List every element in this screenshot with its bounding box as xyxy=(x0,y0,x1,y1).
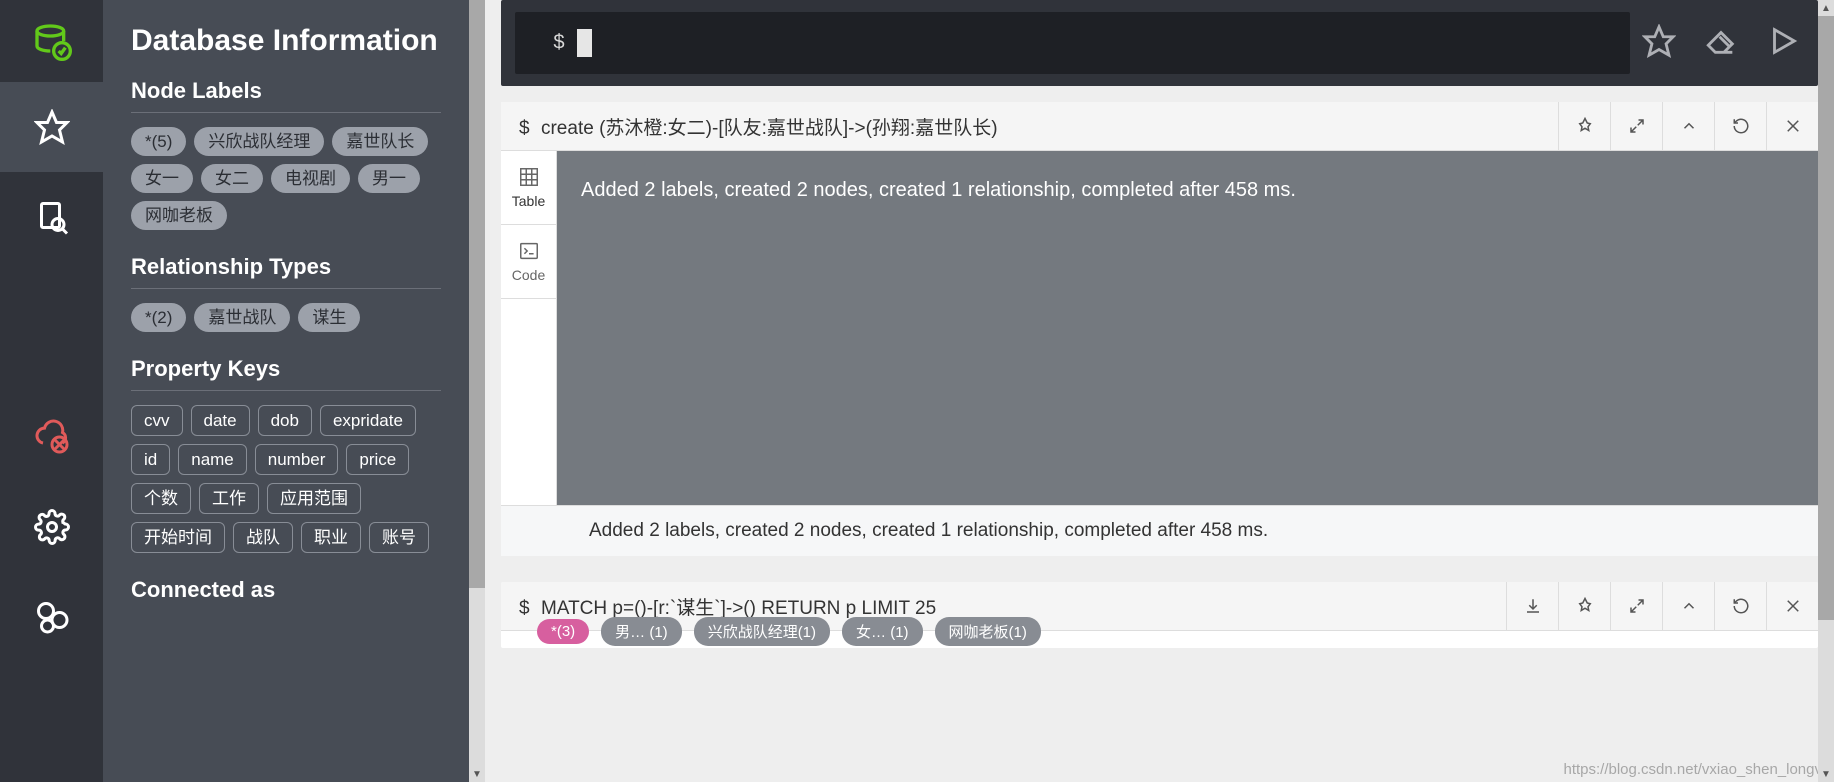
view-tab-table[interactable]: Table xyxy=(501,151,556,225)
divider xyxy=(131,390,441,391)
node-label-pill[interactable]: 男一 xyxy=(358,164,420,193)
main-scrollbar[interactable]: ▲ ▼ xyxy=(1818,0,1834,782)
property-key-chip[interactable]: 开始时间 xyxy=(131,522,225,553)
property-key-chip[interactable]: name xyxy=(178,444,247,475)
node-label-pill[interactable]: 电视剧 xyxy=(271,164,350,193)
scroll-up-icon[interactable]: ▲ xyxy=(1818,0,1834,16)
property-key-chip[interactable]: 工作 xyxy=(199,483,259,514)
node-labels-group: *(5) 兴欣战队经理嘉世队长女一女二电视剧男一网咖老板 xyxy=(131,127,441,230)
frame-command: $ MATCH p=()-[r:`谋生`]->() RETURN p LIMIT… xyxy=(501,593,1506,620)
close-button[interactable] xyxy=(1766,102,1818,150)
property-key-chip[interactable]: date xyxy=(191,405,250,436)
property-key-chip[interactable]: dob xyxy=(258,405,312,436)
graph-label-pill[interactable]: 兴欣战队经理(1) xyxy=(694,617,830,646)
download-button[interactable] xyxy=(1506,582,1558,630)
graph-label-pill[interactable]: 网咖老板(1) xyxy=(935,617,1041,646)
result-frame: $ create (苏沐橙:女二)-[队友:嘉世战队]->(孙翔:嘉世队长) T… xyxy=(501,102,1818,556)
view-tab-code[interactable]: Code xyxy=(501,225,556,299)
sidebar-title: Database Information xyxy=(131,24,441,58)
pin-button[interactable] xyxy=(1558,102,1610,150)
watermark: https://blog.csdn.net/vxiao_shen_longv xyxy=(1563,761,1822,778)
property-key-chip[interactable]: cvv xyxy=(131,405,183,436)
section-connected-title: Connected as xyxy=(131,577,441,603)
prop-keys-group: cvvdatedob expridate idname numberprice 个数工作… xyxy=(131,405,441,553)
property-key-chip[interactable]: price xyxy=(346,444,409,475)
scroll-down-icon[interactable]: ▼ xyxy=(1818,766,1834,782)
expand-button[interactable] xyxy=(1610,582,1662,630)
prompt-symbol: $ xyxy=(553,32,565,55)
rel-type-pill[interactable]: 嘉世战队 xyxy=(194,303,290,332)
property-key-chip[interactable]: 战队 xyxy=(233,522,293,553)
result-frame: $ MATCH p=()-[r:`谋生`]->() RETURN p LIMIT… xyxy=(501,582,1818,648)
query-editor: $ xyxy=(501,0,1818,86)
scrollbar-thumb[interactable] xyxy=(469,0,485,588)
query-input[interactable]: $ xyxy=(515,12,1630,74)
node-label-pill[interactable]: 女二 xyxy=(201,164,263,193)
property-key-chip[interactable]: 应用范围 xyxy=(267,483,361,514)
property-key-chip[interactable]: number xyxy=(255,444,339,475)
property-key-chip[interactable]: 职业 xyxy=(301,522,361,553)
frame-status: Added 2 labels, created 2 nodes, created… xyxy=(501,505,1818,556)
section-prop-keys-title: Property Keys xyxy=(131,356,441,382)
play-icon[interactable] xyxy=(1766,24,1800,63)
rel-types-group: *(2) 嘉世战队谋生 xyxy=(131,303,441,332)
divider xyxy=(131,112,441,113)
main-area: $ $ create (苏沐橙:女二)-[队友:嘉世战队]->(孙翔:嘉世队长) xyxy=(485,0,1834,782)
graph-label-pill[interactable]: *(3) xyxy=(537,619,589,644)
property-key-chip[interactable]: expridate xyxy=(320,405,416,436)
nav-settings[interactable] xyxy=(0,482,103,572)
scroll-down-icon[interactable]: ▼ xyxy=(469,766,485,782)
nav-documents[interactable] xyxy=(0,172,103,262)
rerun-button[interactable] xyxy=(1714,582,1766,630)
node-label-pill[interactable]: 嘉世队长 xyxy=(332,127,428,156)
divider xyxy=(131,288,441,289)
sidebar-scrollbar[interactable]: ▲ ▼ xyxy=(469,0,485,782)
nav-rail xyxy=(0,0,103,782)
rel-type-pill[interactable]: *(2) xyxy=(131,303,186,332)
frame-header: $ create (苏沐橙:女二)-[队友:嘉世战队]->(孙翔:嘉世队长) xyxy=(501,102,1818,151)
node-label-pill[interactable]: *(5) xyxy=(131,127,186,156)
property-key-chip[interactable]: 账号 xyxy=(369,522,429,553)
frame2-label-pills: *(3) 男… (1) 兴欣战队经理(1) 女… (1) 网咖老板(1) xyxy=(537,617,1041,646)
nav-cloud-error[interactable] xyxy=(0,392,103,482)
node-label-pill[interactable]: 兴欣战队经理 xyxy=(194,127,324,156)
collapse-up-button[interactable] xyxy=(1662,102,1714,150)
property-key-chip[interactable]: id xyxy=(131,444,170,475)
rel-type-pill[interactable]: 谋生 xyxy=(298,303,360,332)
node-label-pill[interactable]: 网咖老板 xyxy=(131,201,227,230)
erase-icon[interactable] xyxy=(1704,24,1738,63)
sidebar: Database Information Node Labels *(5) 兴欣战… xyxy=(103,0,469,782)
close-button[interactable] xyxy=(1766,582,1818,630)
view-rail: Table Code xyxy=(501,151,557,505)
expand-button[interactable] xyxy=(1610,102,1662,150)
section-rel-types-title: Relationship Types xyxy=(131,254,441,280)
scrollbar-thumb[interactable] xyxy=(1818,16,1834,620)
nav-about[interactable] xyxy=(0,572,103,662)
nav-favorites[interactable] xyxy=(0,82,103,172)
rerun-button[interactable] xyxy=(1714,102,1766,150)
section-node-labels-title: Node Labels xyxy=(131,78,441,104)
node-label-pill[interactable]: 女一 xyxy=(131,164,193,193)
graph-label-pill[interactable]: 女… (1) xyxy=(842,617,923,646)
property-key-chip[interactable]: 个数 xyxy=(131,483,191,514)
text-cursor xyxy=(577,29,592,57)
favorite-icon[interactable] xyxy=(1642,24,1676,63)
collapse-up-button[interactable] xyxy=(1662,582,1714,630)
frame-command: $ create (苏沐橙:女二)-[队友:嘉世战队]->(孙翔:嘉世队长) xyxy=(501,113,1558,140)
app-logo xyxy=(0,0,103,82)
graph-label-pill[interactable]: 男… (1) xyxy=(601,617,682,646)
pin-button[interactable] xyxy=(1558,582,1610,630)
result-output: Added 2 labels, created 2 nodes, created… xyxy=(557,151,1818,505)
